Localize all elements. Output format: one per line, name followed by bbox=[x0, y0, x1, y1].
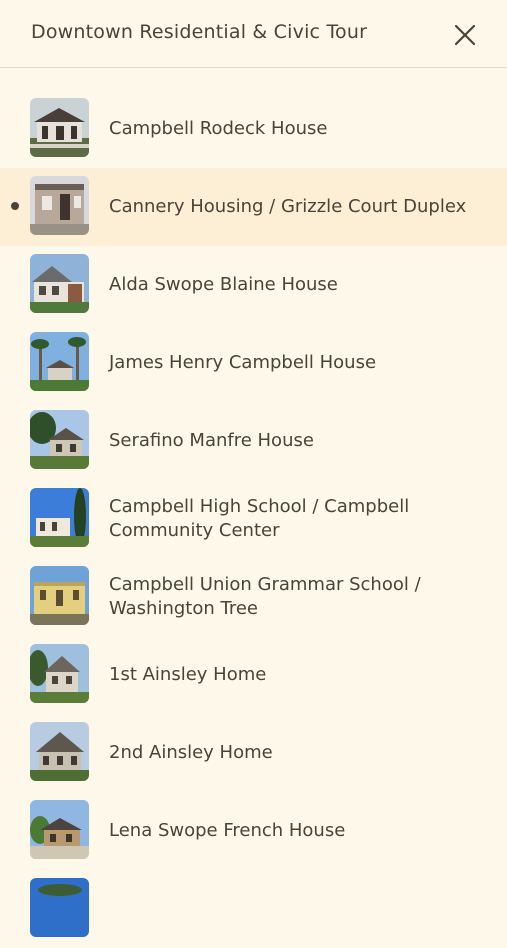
stop-name: Campbell Union Grammar School / Washingt… bbox=[109, 574, 421, 619]
stop-thumbnail bbox=[30, 644, 89, 703]
tour-stop[interactable]: Campbell Union Grammar School / Washingt… bbox=[0, 558, 507, 636]
stop-name: Lena Swope French House bbox=[109, 820, 346, 841]
tour-stop[interactable]: Serafino Manfre House bbox=[0, 402, 507, 480]
tour-stop[interactable]: Lena Swope French House bbox=[0, 792, 507, 870]
stop-thumbnail bbox=[30, 98, 89, 157]
tour-stop[interactable]: Campbell Rodeck House bbox=[0, 90, 507, 168]
stop-name: Cannery Housing / Grizzle Court Duplex bbox=[109, 196, 467, 217]
stop-thumbnail bbox=[30, 722, 89, 781]
tour-stop[interactable]: James Henry Campbell House bbox=[0, 324, 507, 402]
stop-thumbnail bbox=[30, 566, 89, 625]
stop-thumbnail bbox=[30, 410, 89, 469]
stop-name: Campbell Rodeck House bbox=[109, 118, 328, 139]
stop-name: 2nd Ainsley Home bbox=[109, 742, 273, 763]
stop-thumbnail bbox=[30, 254, 89, 313]
stop-thumbnail bbox=[30, 800, 89, 859]
stop-name: 1st Ainsley Home bbox=[109, 664, 267, 685]
tour-title: Downtown Residential & Civic Tour bbox=[31, 21, 368, 43]
stop-name: James Henry Campbell House bbox=[109, 352, 377, 373]
tour-stop[interactable]: 1st Ainsley Home bbox=[0, 636, 507, 714]
tour-stop[interactable]: Campbell High School / Campbell Communit… bbox=[0, 480, 507, 558]
stop-name: Alda Swope Blaine House bbox=[109, 274, 338, 295]
tour-stop-list: Campbell Rodeck House Cannery Housing / … bbox=[0, 90, 507, 948]
tour-stop[interactable]: Alda Swope Blaine House bbox=[0, 246, 507, 324]
stop-name: Serafino Manfre House bbox=[109, 430, 314, 451]
stop-thumbnail bbox=[30, 488, 89, 547]
tour-header: Downtown Residential & Civic Tour bbox=[0, 0, 507, 68]
close-button[interactable] bbox=[448, 18, 482, 52]
tour-stop-current[interactable]: Cannery Housing / Grizzle Court Duplex bbox=[0, 168, 507, 246]
current-stop-indicator bbox=[11, 202, 19, 210]
close-icon bbox=[454, 24, 476, 46]
stop-thumbnail bbox=[30, 176, 89, 235]
stop-name: Campbell High School / Campbell Communit… bbox=[109, 496, 410, 541]
stop-thumbnail bbox=[30, 878, 89, 937]
tour-stop[interactable]: 2nd Ainsley Home bbox=[0, 714, 507, 792]
tour-stop[interactable] bbox=[0, 870, 507, 948]
stop-thumbnail bbox=[30, 332, 89, 391]
